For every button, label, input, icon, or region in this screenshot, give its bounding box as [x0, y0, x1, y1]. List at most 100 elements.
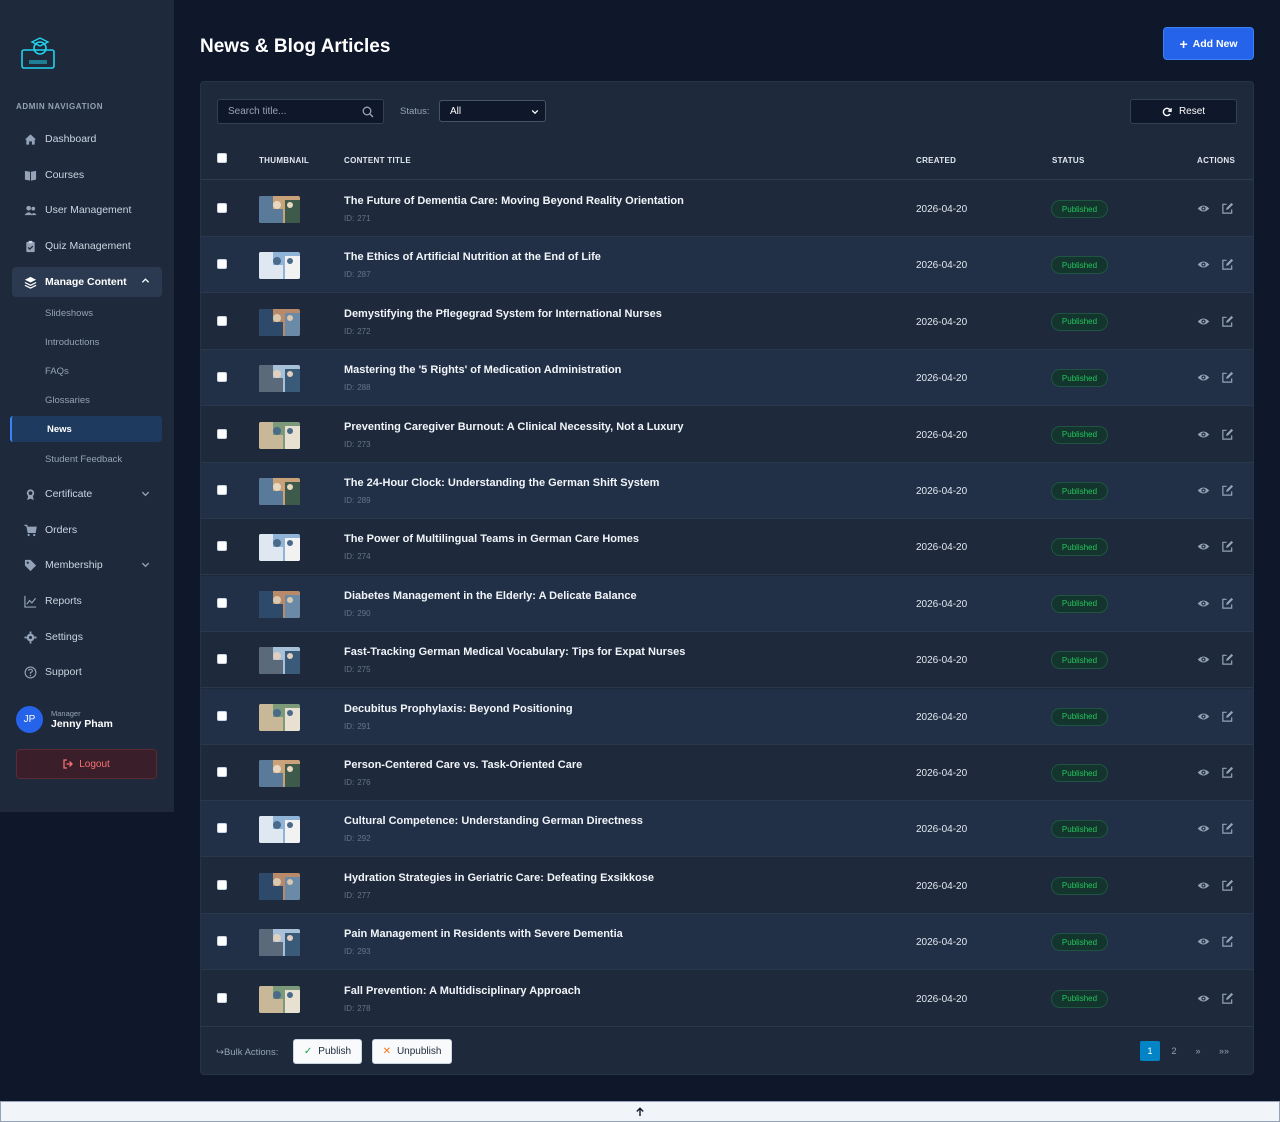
row-checkbox[interactable] [217, 936, 227, 947]
article-thumbnail[interactable] [259, 703, 300, 731]
bulk-unpublish-button[interactable]: ✕ Unpublish [372, 1039, 452, 1064]
row-checkbox[interactable] [217, 372, 227, 383]
view-button[interactable] [1197, 202, 1210, 215]
article-thumbnail[interactable] [259, 760, 300, 787]
view-button[interactable] [1197, 371, 1210, 384]
select-all-checkbox[interactable] [217, 153, 227, 163]
article-thumbnail[interactable] [259, 308, 300, 336]
row-checkbox[interactable] [217, 823, 227, 834]
edit-button[interactable] [1221, 428, 1234, 441]
article-title[interactable]: Mastering the '5 Rights' of Medication A… [344, 364, 621, 376]
view-button[interactable] [1197, 540, 1210, 553]
view-button[interactable] [1197, 315, 1210, 328]
row-checkbox[interactable] [217, 597, 227, 608]
pagination-next[interactable]: » [1188, 1041, 1208, 1061]
edit-button[interactable] [1221, 202, 1234, 215]
article-thumbnail[interactable] [259, 929, 300, 957]
row-checkbox[interactable] [217, 485, 227, 495]
view-button[interactable] [1197, 879, 1210, 892]
edit-button[interactable] [1221, 822, 1234, 835]
sidebar-subitem-glossaries[interactable]: Glossaries [10, 387, 162, 413]
edit-button[interactable] [1221, 653, 1234, 666]
view-button[interactable] [1197, 992, 1210, 1005]
sidebar-item-manage-content[interactable]: Manage Content [12, 267, 162, 297]
reset-button[interactable]: Reset [1130, 99, 1237, 124]
edit-button[interactable] [1221, 935, 1234, 948]
edit-button[interactable] [1221, 540, 1234, 553]
edit-button[interactable] [1221, 992, 1234, 1005]
logout-button[interactable]: Logout [16, 749, 157, 779]
article-thumbnail[interactable] [259, 196, 300, 223]
row-checkbox[interactable] [217, 992, 227, 1003]
view-button[interactable] [1197, 484, 1210, 497]
view-button[interactable] [1197, 653, 1210, 666]
sidebar-item-support[interactable]: Support [12, 658, 162, 686]
article-title[interactable]: Cultural Competence: Understanding Germa… [344, 815, 643, 827]
search-icon[interactable] [362, 106, 374, 118]
row-checkbox[interactable] [217, 767, 227, 777]
article-thumbnail[interactable] [259, 816, 300, 844]
sidebar-subitem-news[interactable]: News [10, 416, 162, 442]
article-thumbnail[interactable] [259, 478, 300, 505]
view-button[interactable] [1197, 597, 1210, 610]
article-title[interactable]: Hydration Strategies in Geriatric Care: … [344, 872, 654, 884]
article-title[interactable]: Decubitus Prophylaxis: Beyond Positionin… [344, 703, 573, 715]
search-field[interactable] [217, 99, 384, 124]
avatar[interactable]: JP [16, 706, 43, 733]
scroll-to-top-bar[interactable] [0, 1101, 1280, 1122]
edit-button[interactable] [1221, 371, 1234, 384]
status-filter-select[interactable]: All [439, 100, 546, 122]
article-thumbnail[interactable] [259, 590, 300, 618]
article-thumbnail[interactable] [259, 252, 300, 280]
article-thumbnail[interactable] [259, 647, 300, 675]
view-button[interactable] [1197, 258, 1210, 271]
sidebar-item-dashboard[interactable]: Dashboard [12, 125, 162, 153]
view-button[interactable] [1197, 428, 1210, 441]
article-title[interactable]: Pain Management in Residents with Severe… [344, 928, 623, 940]
row-checkbox[interactable] [217, 879, 227, 890]
row-checkbox[interactable] [217, 541, 227, 552]
article-thumbnail[interactable] [259, 985, 300, 1013]
article-title[interactable]: Diabetes Management in the Elderly: A De… [344, 590, 637, 602]
article-title[interactable]: Person-Centered Care vs. Task-Oriented C… [344, 759, 582, 771]
edit-button[interactable] [1221, 597, 1234, 610]
view-button[interactable] [1197, 766, 1210, 779]
pagination-page-1[interactable]: 1 [1140, 1041, 1160, 1061]
sidebar-item-orders[interactable]: Orders [12, 516, 162, 544]
row-checkbox[interactable] [217, 203, 227, 213]
article-title[interactable]: The Ethics of Artificial Nutrition at th… [344, 251, 601, 263]
sidebar-item-courses[interactable]: Courses [12, 161, 162, 189]
article-title[interactable]: The 24-Hour Clock: Understanding the Ger… [344, 477, 659, 489]
bulk-publish-button[interactable]: ✓ Publish [293, 1039, 362, 1064]
sidebar-item-certificate[interactable]: Certificate [12, 480, 162, 508]
sidebar-item-membership[interactable]: Membership [12, 551, 162, 579]
edit-button[interactable] [1221, 879, 1234, 892]
sidebar-item-user-management[interactable]: User Management [12, 196, 162, 224]
sidebar-subitem-slideshows[interactable]: Slideshows [10, 300, 162, 326]
article-title[interactable]: The Future of Dementia Care: Moving Beyo… [344, 195, 684, 207]
sidebar-item-settings[interactable]: Settings [12, 623, 162, 651]
row-checkbox[interactable] [217, 315, 227, 326]
sidebar-subitem-student-feedback[interactable]: Student Feedback [10, 446, 162, 472]
view-button[interactable] [1197, 935, 1210, 948]
row-checkbox[interactable] [217, 654, 227, 665]
edit-button[interactable] [1221, 710, 1234, 723]
row-checkbox[interactable] [217, 710, 227, 721]
sidebar-subitem-introductions[interactable]: Introductions [10, 329, 162, 355]
article-title[interactable]: Demystifying the Pflegegrad System for I… [344, 308, 662, 320]
article-thumbnail[interactable] [259, 421, 300, 449]
sidebar-item-quiz-management[interactable]: Quiz Management [12, 232, 162, 260]
edit-button[interactable] [1221, 484, 1234, 497]
article-title[interactable]: The Power of Multilingual Teams in Germa… [344, 533, 639, 545]
sidebar-item-reports[interactable]: Reports [12, 587, 162, 615]
search-input[interactable] [228, 106, 348, 117]
article-title[interactable]: Preventing Caregiver Burnout: A Clinical… [344, 421, 683, 433]
article-title[interactable]: Fall Prevention: A Multidisciplinary App… [344, 985, 581, 997]
article-title[interactable]: Fast-Tracking German Medical Vocabulary:… [344, 646, 685, 658]
edit-button[interactable] [1221, 315, 1234, 328]
article-thumbnail[interactable] [259, 365, 300, 393]
sidebar-subitem-faqs[interactable]: FAQs [10, 358, 162, 384]
view-button[interactable] [1197, 822, 1210, 835]
add-new-button[interactable]: + Add New [1163, 27, 1254, 60]
article-thumbnail[interactable] [259, 872, 300, 900]
